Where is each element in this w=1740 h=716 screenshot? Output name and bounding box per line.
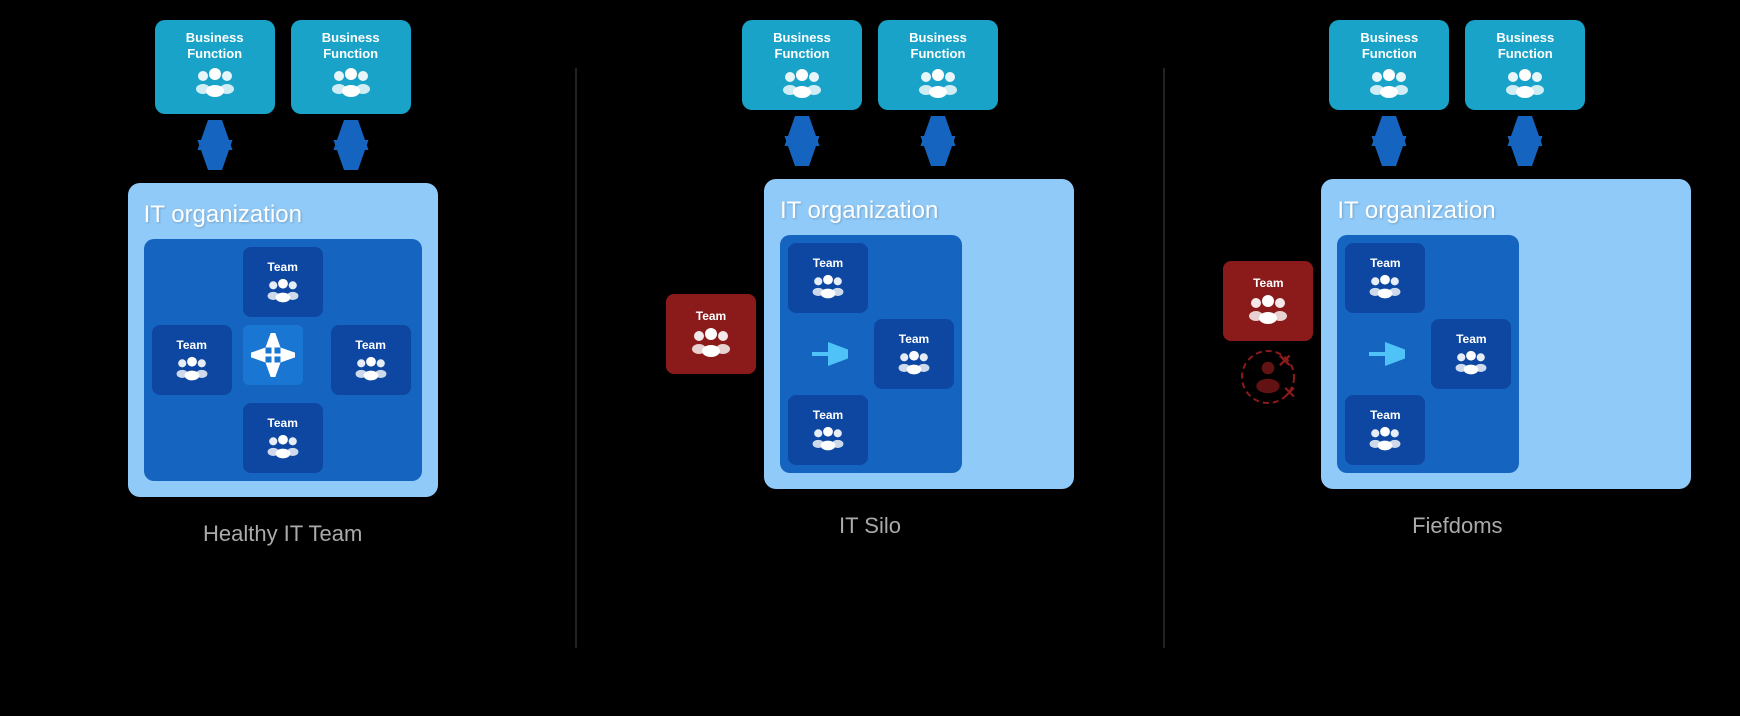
fiefdoms-top-boxes: Business Function Business Function — [1329, 20, 1585, 110]
fiefdoms-caption: Fiefdoms — [1412, 513, 1502, 539]
bf-icon-1 — [193, 67, 237, 104]
silo-outer-team: Team — [666, 294, 756, 374]
fiefdoms-broken-arrow — [1345, 319, 1425, 389]
fiefdoms-outer-team: Team — [1223, 261, 1313, 341]
fiefdoms-team-right: Team — [1431, 319, 1511, 389]
silo-arrows — [742, 116, 998, 173]
bf-label-1: Business Function — [169, 30, 261, 61]
silo-bf-label-1: Business Function — [756, 30, 848, 61]
fiefdoms-team-top: Team — [1345, 243, 1425, 313]
silo-caption: IT Silo — [839, 513, 901, 539]
silo-team-right: Team — [874, 319, 954, 389]
fiefdoms-arrow-2 — [1465, 116, 1585, 173]
healthy-arrows — [155, 120, 411, 177]
fiefdoms-bf-label-1: Business Function — [1343, 30, 1435, 61]
fiefdoms-team-bottom: Team — [1345, 395, 1425, 465]
fiefdoms-org-label: IT organization — [1337, 197, 1495, 225]
healthy-team-top: Team — [243, 247, 323, 317]
bf-box-1: Business Function — [155, 20, 275, 114]
arrow-down-2 — [291, 120, 411, 177]
bf-label-2: Business Function — [305, 30, 397, 61]
healthy-it-org: IT organization Team Team — [128, 183, 438, 497]
silo-arrow-2 — [878, 116, 998, 173]
fiefdoms-section: Business Function Business Function — [1205, 20, 1710, 539]
healthy-top-boxes: Business Function Business Function — [155, 20, 411, 114]
silo-section: Business Function Business Function — [617, 20, 1122, 539]
broken-person-indicator: ✕ ✕ — [1238, 347, 1298, 407]
healthy-caption: Healthy IT Team — [203, 521, 362, 547]
fiefdoms-bf-2: Business Function — [1465, 20, 1585, 110]
bf-box-2: Business Function — [291, 20, 411, 114]
silo-org-label: IT organization — [780, 197, 938, 225]
silo-bf-label-2: Business Function — [892, 30, 984, 61]
silo-it-org: IT organization Team — [764, 179, 1074, 489]
fiefdoms-outer-team-label: Team — [1253, 276, 1283, 290]
healthy-team-right: Team — [331, 325, 411, 395]
healthy-center-arrows — [243, 325, 303, 385]
bf-icon-2 — [329, 67, 373, 104]
silo-outer-team-label: Team — [696, 309, 726, 323]
healthy-org-label: IT organization — [144, 201, 302, 229]
x-mark-2: ✕ — [1283, 383, 1296, 403]
arrow-down-1 — [155, 120, 275, 177]
fiefdoms-it-org: IT organization Team — [1321, 179, 1691, 489]
fiefdoms-team-cluster: Team — [1337, 235, 1519, 473]
silo-top-boxes: Business Function Business Function — [742, 20, 998, 110]
silo-team-cluster: Team — [780, 235, 962, 473]
fiefdoms-arrow-1 — [1329, 116, 1449, 173]
healthy-team-bottom: Team — [243, 403, 323, 473]
healthy-team-left: Team — [152, 325, 232, 395]
silo-bf-2: Business Function — [878, 20, 998, 110]
silo-arrow-right — [788, 319, 868, 389]
main-container: Business Function Business Function — [0, 0, 1740, 716]
fiefdoms-bf-1: Business Function — [1329, 20, 1449, 110]
healthy-team-cluster: Team Team — [144, 239, 422, 481]
silo-team-bottom: Team — [788, 395, 868, 465]
silo-team-top: Team — [788, 243, 868, 313]
fiefdoms-bf-label-2: Business Function — [1479, 30, 1571, 61]
silo-arrow-1 — [742, 116, 862, 173]
healthy-section: Business Function Business Function — [30, 20, 535, 547]
silo-bf-1: Business Function — [742, 20, 862, 110]
fiefdoms-arrows — [1329, 116, 1585, 173]
x-mark-1: ✕ — [1277, 351, 1292, 372]
